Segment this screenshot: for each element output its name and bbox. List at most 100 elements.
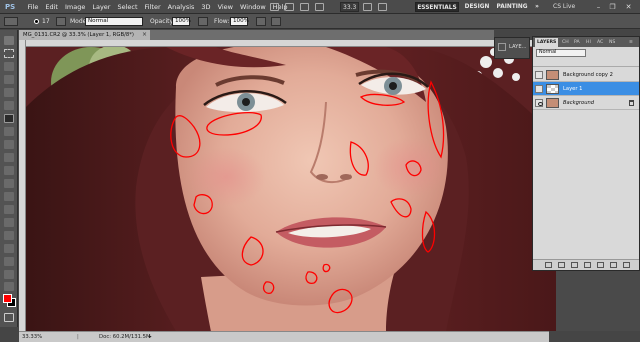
airbrush-icon[interactable]: [256, 17, 266, 26]
pen-tool-icon[interactable]: [4, 218, 14, 227]
layer-row-background[interactable]: Background: [533, 96, 639, 110]
layers-panel: LAYERS CH PA HI AC NS ≡ Normal Backgroun…: [532, 36, 640, 271]
crop-tool-icon[interactable]: [4, 88, 14, 97]
mini-bridge-icon[interactable]: [285, 3, 294, 11]
layer-thumbnail: [546, 70, 559, 80]
bridge-icon[interactable]: [270, 3, 279, 11]
horizontal-ruler[interactable]: [26, 40, 556, 47]
menu-view[interactable]: View: [214, 0, 236, 14]
brush-preview-icon[interactable]: [34, 19, 39, 24]
menu-edit[interactable]: Edit: [42, 0, 62, 14]
tab-layers[interactable]: LAYERS: [535, 38, 559, 47]
screen-mode-icon[interactable]: [378, 3, 387, 11]
history-brush-tool-icon[interactable]: [4, 153, 14, 162]
brush-tool-icon[interactable]: [4, 114, 14, 123]
arrange-documents-icon[interactable]: [363, 3, 372, 11]
status-arrow-icon[interactable]: ▸: [149, 332, 152, 342]
mode-select[interactable]: Normal: [85, 17, 143, 26]
adjustment-layer-icon[interactable]: [584, 262, 591, 268]
brush-panel-toggle-icon[interactable]: [56, 17, 66, 26]
blush-left: [186, 147, 266, 207]
clone-stamp-tool-icon[interactable]: [4, 140, 14, 149]
visibility-toggle-icon[interactable]: [535, 71, 543, 79]
close-icon[interactable]: ✕: [623, 2, 634, 12]
menu-analysis[interactable]: Analysis: [164, 0, 198, 14]
new-layer-icon[interactable]: [610, 262, 617, 268]
workspace-more-icon[interactable]: »: [532, 2, 542, 12]
photo-canvas: [26, 47, 556, 331]
new-group-icon[interactable]: [597, 262, 604, 268]
visibility-toggle-icon[interactable]: [535, 85, 543, 93]
menu-filter[interactable]: Filter: [141, 0, 164, 14]
eyedropper-tool-icon[interactable]: [4, 101, 14, 110]
move-tool-icon[interactable]: [4, 36, 14, 45]
layer-row-layer-1[interactable]: Layer 1: [533, 82, 639, 96]
extras-icon[interactable]: [300, 3, 309, 11]
collapsed-layers-panel[interactable]: LAYE...: [494, 37, 530, 59]
marquee-tool-icon[interactable]: [4, 49, 14, 58]
menu-window[interactable]: Window: [237, 0, 270, 14]
quick-select-tool-icon[interactable]: [4, 75, 14, 84]
blend-mode-select[interactable]: Normal: [536, 49, 586, 57]
menu-file[interactable]: File: [24, 0, 42, 14]
menu-3d[interactable]: 3D: [198, 0, 214, 14]
menu-bar: PS File Edit Image Layer Select Filter A…: [0, 0, 640, 14]
tool-preset-picker[interactable]: [4, 17, 18, 26]
app-logo: PS: [5, 3, 16, 11]
pressure-size-icon[interactable]: [271, 17, 281, 26]
workspace-essentials[interactable]: ESSENTIALS: [415, 2, 459, 12]
link-layers-icon[interactable]: [545, 262, 552, 268]
vertical-ruler[interactable]: [19, 40, 26, 331]
healing-tool-icon[interactable]: [4, 127, 14, 136]
menu-select[interactable]: Select: [114, 0, 141, 14]
delete-layer-icon[interactable]: [623, 262, 630, 268]
document-tab[interactable]: MG_0131.CR2 @ 33.3% (Layer 1, RGB/8*) ×: [19, 30, 150, 40]
menu-image[interactable]: Image: [61, 0, 88, 14]
close-document-icon[interactable]: ×: [142, 30, 147, 40]
blur-tool-icon[interactable]: [4, 192, 14, 201]
restore-icon[interactable]: ❐: [607, 2, 618, 12]
hand-tool-icon[interactable]: [315, 3, 324, 11]
foreground-color-swatch[interactable]: [3, 294, 12, 303]
pressure-opacity-icon[interactable]: [198, 17, 208, 26]
menu-layer[interactable]: Layer: [89, 0, 114, 14]
gradient-tool-icon[interactable]: [4, 179, 14, 188]
cs-live-button[interactable]: CS Live: [553, 2, 575, 12]
tab-history[interactable]: HI: [584, 38, 593, 47]
zoom-tool-icon[interactable]: [4, 282, 14, 291]
panel-menu-icon[interactable]: ≡: [627, 38, 635, 47]
photoshop-window: PS File Edit Image Layer Select Filter A…: [0, 0, 640, 342]
layers-controls: Normal: [533, 47, 639, 67]
layer-style-icon[interactable]: [558, 262, 565, 268]
status-bar: 33.33% | Doc: 60.2M/131.5M ▸: [19, 331, 549, 342]
lasso-tool-icon[interactable]: [4, 62, 14, 71]
layer-row-background-copy-2[interactable]: Background copy 2: [533, 68, 639, 82]
layers-panel-tabs: LAYERS CH PA HI AC NS ≡: [533, 37, 639, 47]
flow-field[interactable]: 100%: [230, 17, 249, 26]
workspace-painting[interactable]: PAINTING: [495, 2, 529, 12]
eraser-tool-icon[interactable]: [4, 166, 14, 175]
tab-notes[interactable]: NS: [607, 38, 617, 47]
opacity-field[interactable]: 100%: [172, 17, 191, 26]
zoom-level[interactable]: 33.3: [340, 2, 360, 12]
document-canvas[interactable]: [26, 47, 556, 331]
quick-mask-icon[interactable]: [4, 313, 14, 322]
visibility-toggle-icon[interactable]: [535, 99, 543, 107]
dodge-tool-icon[interactable]: [4, 205, 14, 214]
layers-icon[interactable]: [498, 43, 506, 51]
workspace-design[interactable]: DESIGN: [462, 2, 492, 12]
add-mask-icon[interactable]: [571, 262, 578, 268]
tab-actions[interactable]: AC: [595, 38, 605, 47]
menu-items: File Edit Image Layer Select Filter Anal…: [24, 0, 291, 14]
shape-tool-icon[interactable]: [4, 257, 14, 266]
status-zoom[interactable]: 33.33%: [22, 332, 42, 342]
minimize-icon[interactable]: –: [593, 2, 604, 12]
document-tab-bar: MG_0131.CR2 @ 33.3% (Layer 1, RGB/8*) ×: [19, 30, 494, 40]
status-doc-info[interactable]: Doc: 60.2M/131.5M: [99, 332, 151, 342]
path-select-tool-icon[interactable]: [4, 244, 14, 253]
tab-channels[interactable]: CH: [560, 38, 571, 47]
type-tool-icon[interactable]: [4, 231, 14, 240]
hand-tool-icon-toolbox[interactable]: [4, 270, 14, 279]
tab-paths[interactable]: PA: [572, 38, 582, 47]
options-bar: 17 Mode: Normal Opacity: 100% Flow: 100%: [0, 14, 640, 29]
